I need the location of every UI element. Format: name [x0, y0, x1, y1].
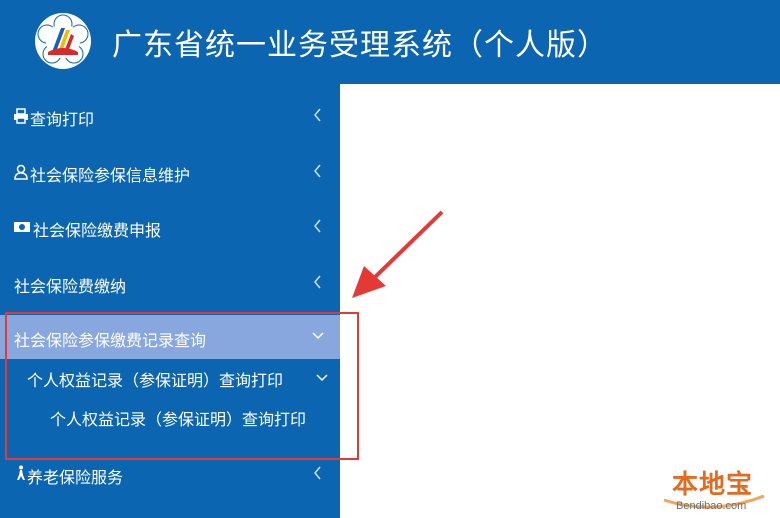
- chevron-left-icon: [314, 466, 321, 480]
- sidebar-item-label: 养老保险服务: [27, 468, 124, 487]
- chevron-left-icon: [314, 108, 321, 122]
- app-header: 广东省统一业务受理系统（个人版）: [0, 0, 780, 84]
- sidebar-item-insurance-info[interactable]: 社会保险参保信息维护: [0, 150, 340, 194]
- sidebar-item-label: 社会保险费缴纳: [14, 277, 127, 296]
- sidebar-item-query-print[interactable]: 查询打印: [0, 94, 340, 138]
- red-arrow-icon: [352, 210, 444, 298]
- chevron-left-icon: [314, 164, 321, 178]
- chevron-left-icon: [314, 219, 321, 233]
- money-icon: [14, 222, 30, 232]
- watermark-brand: 本地宝: [672, 470, 754, 500]
- sidebar-item-fee-payment[interactable]: 社会保险费缴纳: [0, 261, 340, 305]
- printer-icon: [14, 108, 28, 124]
- sidebar-item-label: 查询打印: [30, 110, 95, 129]
- sidebar-item-label: 社会保险参保信息维护: [30, 166, 191, 185]
- sidebar-item-label: 社会保险缴费申报: [33, 221, 162, 240]
- user-icon: [14, 164, 28, 180]
- watermark-url: Bendibao.com: [676, 500, 747, 512]
- highlight-box: [5, 312, 359, 460]
- app-title: 广东省统一业务受理系统（个人版）: [112, 28, 608, 63]
- logo-icon: [35, 13, 91, 69]
- sidebar-item-payment-declaration[interactable]: 社会保险缴费申报: [0, 205, 340, 249]
- chevron-left-icon: [314, 275, 321, 289]
